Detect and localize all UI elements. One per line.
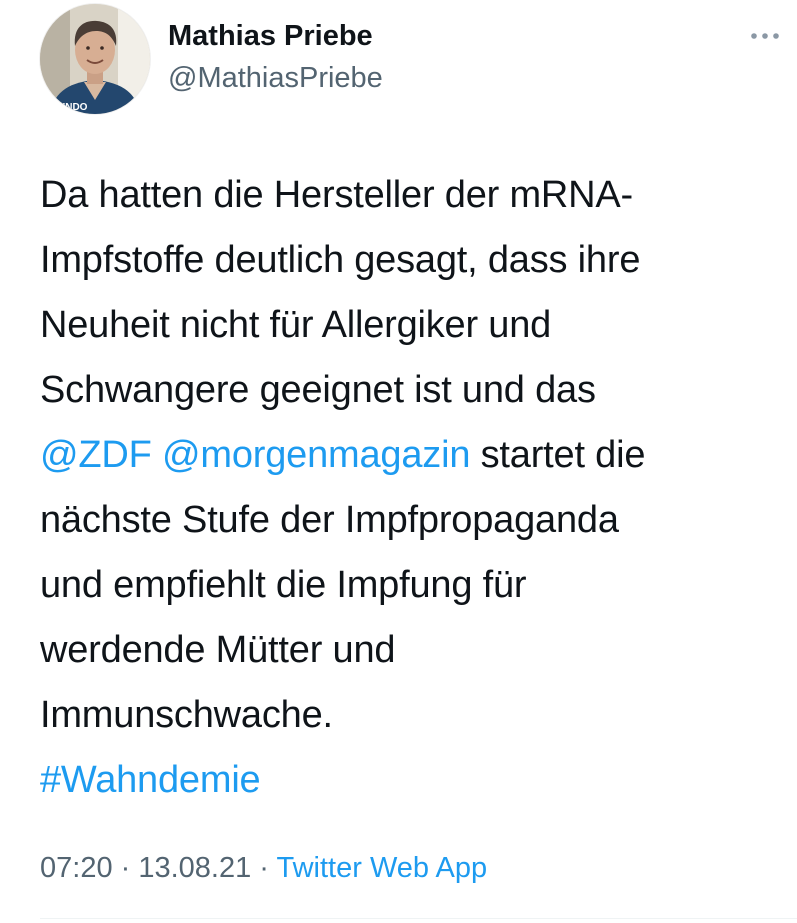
tweet-text-segment: Schwangere geeignet ist und das: [40, 369, 596, 411]
hashtag-link[interactable]: #Wahndemie: [40, 759, 261, 801]
tweet-text-line: Immunschwache.: [40, 683, 760, 748]
meta-separator: ·: [112, 852, 139, 884]
tweet-text-line: und empfiehlt die Impfung für: [40, 553, 760, 618]
tweet-text-segment: startet die: [470, 434, 646, 476]
display-name[interactable]: Mathias Priebe: [168, 20, 373, 53]
tweet-text-line: Da hatten die Hersteller der mRNA-: [40, 163, 760, 228]
tweet-text-line: Impfstoffe deutlich gesagt, dass ihre: [40, 228, 760, 293]
more-horizontal-icon[interactable]: [747, 22, 783, 50]
tweet-time[interactable]: 07:20: [40, 852, 113, 884]
tweet-text-line: Neuheit nicht für Allergiker und: [40, 293, 760, 358]
tweet-text-segment: Da hatten die Hersteller der mRNA-: [40, 174, 633, 216]
profile-photo-icon: UNDO: [40, 4, 150, 114]
meta-separator: ·: [251, 852, 277, 884]
tweet-text: Da hatten die Hersteller der mRNA- Impfst…: [40, 163, 760, 813]
tweet: UNDO Mathias Priebe @MathiasPriebe Da ha…: [0, 0, 797, 923]
mention-link[interactable]: @ZDF @morgenmagazin: [40, 434, 470, 476]
tweet-meta: 07:20 · 13.08.21 · Twitter Web App: [40, 852, 487, 885]
tweet-text-line: werdende Mütter und: [40, 618, 760, 683]
tweet-text-segment: werdende Mütter und: [40, 629, 396, 671]
shirt-text: UNDO: [58, 102, 88, 113]
tweet-text-line: Schwangere geeignet ist und das: [40, 358, 760, 423]
avatar[interactable]: UNDO: [40, 4, 150, 114]
tweet-date[interactable]: 13.08.21: [138, 852, 251, 884]
tweet-text-line: nächste Stufe der Impfpropaganda: [40, 488, 760, 553]
tweet-text-segment: und empfiehlt die Impfung für: [40, 564, 527, 606]
tweet-text-segment: Neuheit nicht für Allergiker und: [40, 304, 552, 346]
user-handle[interactable]: @MathiasPriebe: [168, 62, 383, 95]
tweet-text-segment: Immunschwache.: [40, 694, 333, 736]
tweet-text-line: #Wahndemie: [40, 748, 760, 813]
tweet-source-link[interactable]: Twitter Web App: [277, 852, 488, 884]
divider: [40, 918, 797, 919]
tweet-text-segment: nächste Stufe der Impfpropaganda: [40, 499, 619, 541]
tweet-text-segment: Impfstoffe deutlich gesagt, dass ihre: [40, 239, 641, 281]
tweet-text-line: @ZDF @morgenmagazin startet die: [40, 423, 760, 488]
